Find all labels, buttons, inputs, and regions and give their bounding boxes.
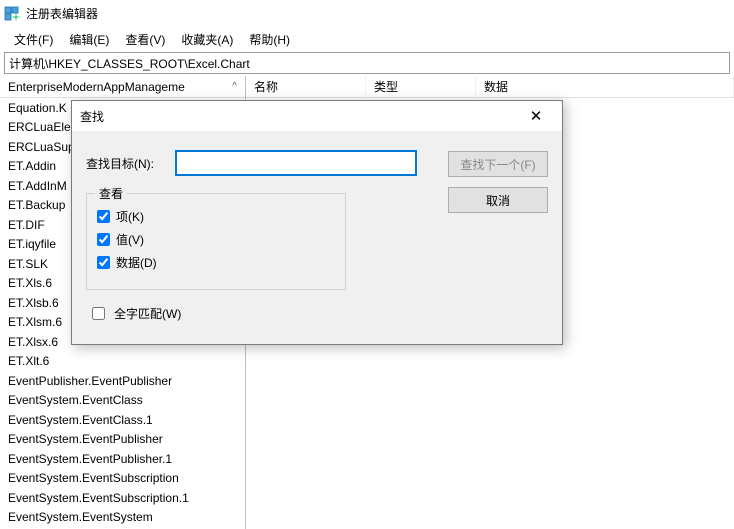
column-headers: 名称 类型 数据 [246,76,734,98]
values-label: 值(V) [116,231,144,248]
keys-label: 项(K) [116,208,144,225]
sort-indicator-icon: ^ [232,81,237,92]
find-next-button[interactable]: 查找下一个(F) [448,151,548,177]
dialog-body: 查找目标(N): 查找下一个(F) 查看 项(K) 值(V) 数据(D) 取消 [72,131,562,337]
menu-bar: 文件(F) 编辑(E) 查看(V) 收藏夹(A) 帮助(H) [0,28,734,50]
keys-checkbox[interactable] [97,210,110,223]
tree-item[interactable]: EventSystem.EventClass [0,391,245,411]
data-label: 数据(D) [116,254,157,271]
close-icon: ✕ [530,107,543,125]
tree-header-text: EnterpriseModernAppManageme [8,80,185,94]
column-data[interactable]: 数据 [476,76,734,97]
column-type[interactable]: 类型 [366,76,476,97]
look-at-group: 查看 项(K) 值(V) 数据(D) [86,193,346,290]
column-name[interactable]: 名称 [246,76,366,97]
whole-string-label: 全字匹配(W) [114,305,181,322]
tree-item[interactable]: EventSystem.EventSubscription.1 [0,488,245,508]
tree-header[interactable]: EnterpriseModernAppManageme ^ [0,76,245,98]
tree-item[interactable]: ET.Xlt.6 [0,352,245,372]
tree-item[interactable]: EventSystem.EventClass.1 [0,410,245,430]
find-label: 查找目标(N): [86,151,166,172]
tree-item[interactable]: EventSystem.EventSubscription [0,469,245,489]
tree-item[interactable]: EventPublisher.EventPublisher [0,371,245,391]
tree-item[interactable]: EventSystem.EventPublisher [0,430,245,450]
address-text: 计算机\HKEY_CLASSES_ROOT\Excel.Chart [9,55,250,72]
menu-favorites[interactable]: 收藏夹(A) [173,29,241,50]
cancel-label: 取消 [486,192,510,209]
whole-string-row[interactable]: 全字匹配(W) [88,304,438,323]
dialog-title: 查找 [80,108,104,125]
find-dialog: 查找 ✕ 查找目标(N): 查找下一个(F) 查看 项(K) 值(V) 数据(D… [71,100,563,345]
whole-string-checkbox[interactable] [92,307,105,320]
data-checkbox[interactable] [97,256,110,269]
menu-help[interactable]: 帮助(H) [241,29,298,50]
tree-item[interactable]: EventSystem.EventSystem [0,508,245,528]
find-next-label: 查找下一个(F) [460,156,535,173]
address-bar[interactable]: 计算机\HKEY_CLASSES_ROOT\Excel.Chart [4,52,730,74]
close-button[interactable]: ✕ [518,104,554,128]
dialog-title-bar[interactable]: 查找 ✕ [72,101,562,131]
data-row-check[interactable]: 数据(D) [97,254,335,271]
title-bar: 注册表编辑器 [0,0,734,28]
menu-file[interactable]: 文件(F) [6,29,61,50]
values-row[interactable]: 值(V) [97,231,335,248]
keys-row[interactable]: 项(K) [97,208,335,225]
find-input[interactable] [176,151,416,175]
look-at-legend: 查看 [95,185,127,202]
app-icon [4,6,20,22]
tree-item[interactable]: EventSystem.EventPublisher.1 [0,449,245,469]
cancel-button[interactable]: 取消 [448,187,548,213]
window-title: 注册表编辑器 [26,5,98,22]
values-checkbox[interactable] [97,233,110,246]
menu-edit[interactable]: 编辑(E) [61,29,117,50]
menu-view[interactable]: 查看(V) [117,29,173,50]
